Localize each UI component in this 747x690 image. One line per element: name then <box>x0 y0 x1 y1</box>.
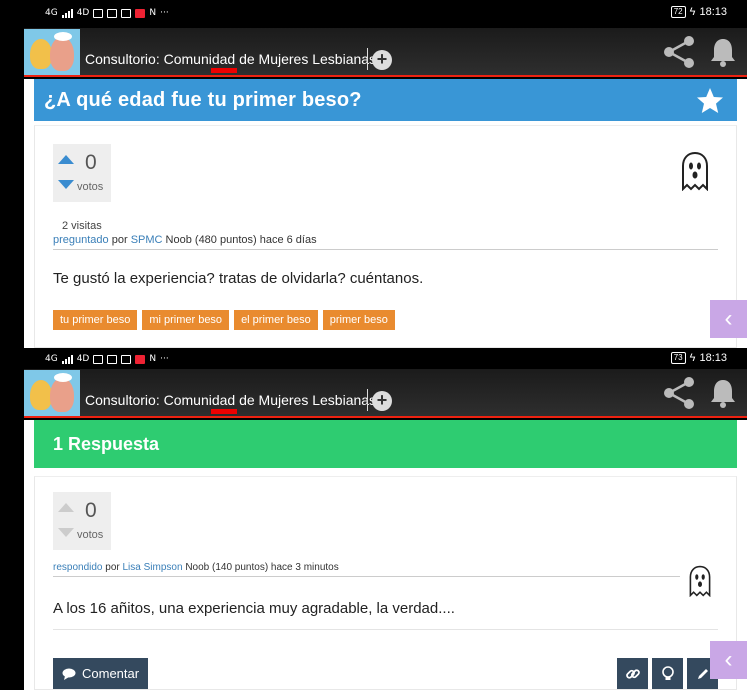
divider <box>367 48 368 70</box>
question-body: Te gustó la experiencia? tratas de olvid… <box>53 270 424 287</box>
tag[interactable]: primer beso <box>322 310 395 330</box>
nfc-icon: N <box>149 8 157 18</box>
title-underline <box>211 409 237 414</box>
comment-icon <box>62 668 76 680</box>
meta-rule <box>53 576 680 577</box>
network-type-2: 4D <box>76 354 90 364</box>
downvote-button[interactable] <box>58 528 74 537</box>
app-bar: Consultorio: Comunidad de Mujeres Lesbia… <box>24 369 747 418</box>
question-header: ¿A qué edad fue tu primer beso? <box>34 79 737 121</box>
tag[interactable]: mi primer beso <box>142 310 230 330</box>
battery-icon: 73 <box>670 352 686 364</box>
battery-icon: 72 <box>670 6 686 18</box>
answer-content: 1 Respuesta 0 votos respondido por Lisa … <box>24 420 747 690</box>
answer-screen: 4G 4D N ··· 73 ϟ 18:13 Consultorio: Comu… <box>0 348 747 690</box>
vote-box: 0 votos <box>53 144 111 202</box>
upvote-button[interactable] <box>58 155 74 164</box>
signal-icon <box>61 354 73 364</box>
upvote-button[interactable] <box>58 503 74 512</box>
lightbulb-icon <box>661 665 674 680</box>
mail-icon <box>107 8 118 18</box>
answers-header: 1 Respuesta <box>34 420 737 468</box>
status-icons: 4G 4D N ··· <box>45 354 169 364</box>
author-link[interactable]: Lisa Simpson <box>123 562 183 573</box>
bell-icon[interactable] <box>708 36 738 68</box>
network-type: 4G <box>45 8 58 18</box>
question-permalink[interactable]: preguntado <box>53 234 109 246</box>
side-panel-tab[interactable]: ‹ <box>710 300 747 338</box>
add-button[interactable]: + <box>372 391 392 411</box>
idea-button[interactable] <box>652 658 683 689</box>
charging-icon: ϟ <box>689 6 696 18</box>
answer-card: 0 votos respondido por Lisa Simpson Noob… <box>34 476 737 690</box>
question-title: ¿A qué edad fue tu primer beso? <box>44 89 362 111</box>
chevron-left-icon: ‹ <box>724 646 733 673</box>
vote-count: 0 <box>85 499 97 522</box>
gallery-icon <box>121 354 132 364</box>
notification-icon <box>93 8 104 18</box>
body-rule <box>53 629 718 630</box>
vote-label: votos <box>77 181 104 193</box>
answer-meta: respondido por Lisa Simpson Noob (140 pu… <box>53 562 339 573</box>
title-underline <box>211 68 237 73</box>
community-title[interactable]: Consultorio: Comunidad de Mujeres Lesbia… <box>85 392 376 414</box>
tag[interactable]: tu primer beso <box>53 310 138 330</box>
comment-label: Comentar <box>82 666 140 681</box>
share-icon[interactable] <box>662 376 696 410</box>
question-content: ¿A qué edad fue tu primer beso? 0 votos … <box>24 79 747 348</box>
charging-icon: ϟ <box>689 352 696 364</box>
vote-label: votos <box>77 529 104 541</box>
answer-body: A los 16 añitos, una experiencia muy agr… <box>53 600 455 617</box>
more-notifications-icon: ··· <box>160 8 169 18</box>
answers-count-title: 1 Respuesta <box>53 434 160 454</box>
more-notifications-icon: ··· <box>160 354 169 364</box>
divider <box>367 389 368 411</box>
notification-icon <box>93 354 104 364</box>
gallery-icon <box>121 8 132 18</box>
add-button[interactable]: + <box>372 50 392 70</box>
status-right: 73 ϟ 18:13 <box>670 352 727 364</box>
community-logo[interactable] <box>24 370 80 416</box>
ghost-avatar-icon[interactable] <box>687 565 713 597</box>
community-title[interactable]: Consultorio: Comunidad de Mujeres Lesbia… <box>85 51 376 73</box>
side-panel-tab[interactable]: ‹ <box>710 641 747 679</box>
mail-icon <box>107 354 118 364</box>
tag[interactable]: el primer beso <box>234 310 318 330</box>
author-link[interactable]: SPMC <box>131 234 163 246</box>
vote-box: 0 votos <box>53 492 111 550</box>
status-right: 72 ϟ 18:13 <box>670 6 727 18</box>
question-meta: preguntado por SPMC Noob (480 puntos) ha… <box>53 234 317 246</box>
link-button[interactable] <box>617 658 648 689</box>
app-notification-icon <box>135 354 146 364</box>
tag-list: tu primer beso mi primer beso el primer … <box>53 310 395 330</box>
app-notification-icon <box>135 8 146 18</box>
community-logo[interactable] <box>24 29 80 75</box>
clock: 18:13 <box>699 6 727 18</box>
answer-permalink[interactable]: respondido <box>53 562 102 573</box>
downvote-button[interactable] <box>58 180 74 189</box>
nfc-icon: N <box>149 354 157 364</box>
signal-icon <box>61 8 73 18</box>
question-screen: 4G 4D N ··· 72 ϟ 18:13 Consultorio: Comu… <box>0 0 747 348</box>
chevron-left-icon: ‹ <box>724 305 733 332</box>
status-icons: 4G 4D N ··· <box>45 8 169 18</box>
clock: 18:13 <box>699 352 727 364</box>
vote-count: 0 <box>85 151 97 174</box>
pencil-icon <box>697 668 708 679</box>
visit-count: 2 visitas <box>62 220 102 232</box>
bell-icon[interactable] <box>708 377 738 409</box>
question-card: 0 votos 2 visitas preguntado por SPMC No… <box>34 125 737 348</box>
comment-button[interactable]: Comentar <box>53 658 148 689</box>
link-icon <box>625 668 640 679</box>
star-icon[interactable] <box>695 86 725 116</box>
status-bar: 4G 4D N ··· 72 ϟ 18:13 <box>0 0 747 26</box>
meta-rule <box>53 249 718 250</box>
share-icon[interactable] <box>662 35 696 69</box>
ghost-avatar-icon[interactable] <box>679 151 711 191</box>
network-type: 4G <box>45 354 58 364</box>
app-bar: Consultorio: Comunidad de Mujeres Lesbia… <box>24 28 747 77</box>
network-type-2: 4D <box>76 8 90 18</box>
